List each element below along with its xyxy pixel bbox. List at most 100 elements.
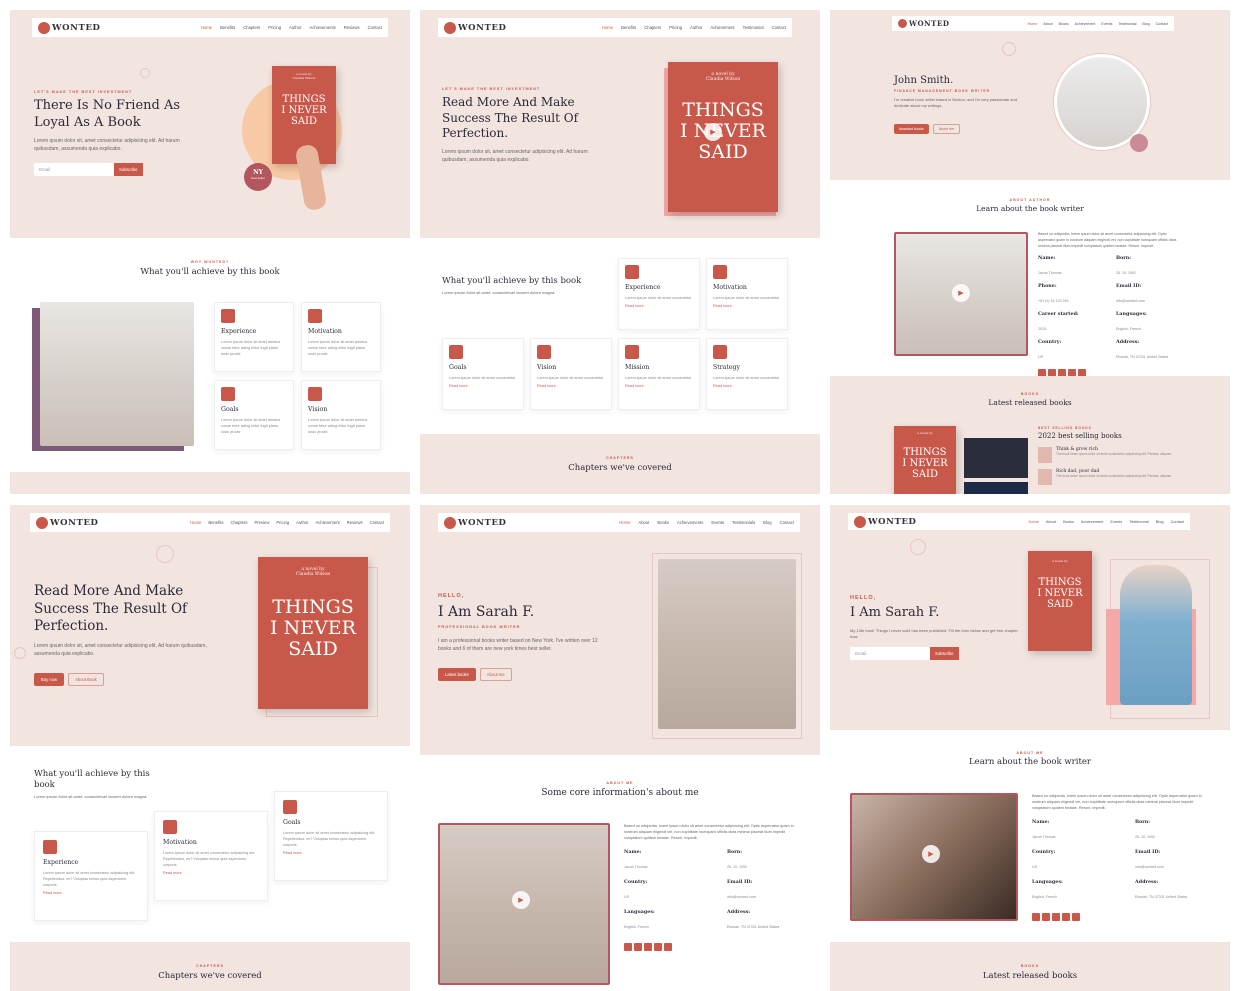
nav-item[interactable]: Contact: [368, 25, 382, 30]
nav-item[interactable]: Home: [190, 520, 201, 525]
nav-item[interactable]: Pricing: [276, 520, 289, 525]
read-more-link[interactable]: Read more: [283, 851, 379, 855]
facebook-icon[interactable]: [1032, 913, 1040, 922]
nav-item[interactable]: Blog: [1156, 519, 1164, 524]
book-list-item[interactable]: Rich dad, poor dad The book lorem ipsum d…: [1038, 469, 1188, 486]
facebook-icon[interactable]: [624, 943, 632, 952]
nav-item[interactable]: Benefits: [208, 520, 223, 525]
nav-item[interactable]: Achievement: [710, 25, 734, 30]
pinterest-icon[interactable]: [664, 943, 672, 952]
nav-item[interactable]: Author: [690, 25, 702, 30]
hero-title: There Is No Friend As Loyal As A Book: [34, 98, 181, 130]
read-more-link[interactable]: Read more: [449, 384, 517, 388]
play-icon[interactable]: ▶: [704, 123, 722, 141]
info-grid: Name: Jacob Thomas Born: 25. 10. 1992 Coun…: [624, 849, 800, 933]
nav-item[interactable]: Books: [657, 520, 669, 525]
nav-item[interactable]: Home: [619, 520, 630, 525]
read-more-link[interactable]: Read more: [625, 304, 693, 308]
buy-now-button[interactable]: Buy now: [34, 672, 65, 686]
linkedin-icon[interactable]: [644, 943, 652, 952]
nav-item[interactable]: Home: [1028, 22, 1038, 26]
nav-item[interactable]: Benefits: [621, 25, 636, 30]
nav-item[interactable]: Blog: [763, 520, 771, 525]
email-input[interactable]: Email: [34, 162, 114, 176]
nav-item[interactable]: Books: [1059, 22, 1069, 26]
nav-item[interactable]: Testimonials: [732, 520, 755, 525]
info-item: Email ID: info@wonted.com: [1116, 283, 1145, 304]
experience-icon: [625, 265, 639, 279]
twitter-icon[interactable]: [1042, 913, 1050, 922]
youtube-icon[interactable]: [1062, 913, 1070, 922]
nav-item[interactable]: Events: [711, 520, 724, 525]
nav-item[interactable]: About: [1046, 519, 1056, 524]
logo[interactable]: WONTED: [854, 515, 917, 528]
nav-item[interactable]: Books: [1063, 519, 1074, 524]
nav-item[interactable]: Achievements: [677, 520, 703, 525]
nav-item[interactable]: Testimonial: [743, 25, 764, 30]
nav-item[interactable]: Home: [201, 25, 212, 30]
nav-item[interactable]: Reviews: [344, 25, 360, 30]
logo[interactable]: WONTED: [36, 516, 99, 529]
nav-item[interactable]: Testimonial: [1118, 22, 1136, 26]
nav-item[interactable]: Achievement: [1081, 519, 1104, 524]
nav-item[interactable]: Author: [289, 25, 301, 30]
linkedin-icon[interactable]: [1052, 913, 1060, 922]
nav-item[interactable]: Contact: [1156, 22, 1168, 26]
nav-item[interactable]: Home: [1029, 519, 1039, 524]
play-icon[interactable]: ▶: [512, 891, 530, 909]
read-more-link[interactable]: Read more: [43, 891, 139, 895]
section-eyebrow: CHAPTERS: [196, 964, 224, 968]
read-more-link[interactable]: Read more: [713, 384, 781, 388]
card-text: Lorem ipsum dolor sit amet consectetur: [625, 296, 692, 300]
nav-item[interactable]: Blog: [1142, 22, 1149, 26]
nav-item[interactable]: About: [1043, 22, 1052, 26]
about-me-button[interactable]: About me: [932, 123, 961, 134]
nav-item[interactable]: Events: [1101, 22, 1112, 26]
navbar: WONTED Home Benefits Chapters Pricing Author…: [438, 18, 792, 37]
play-icon[interactable]: ▶: [922, 845, 940, 863]
youtube-icon[interactable]: [654, 943, 662, 952]
nav-item[interactable]: Achievement: [1075, 22, 1096, 26]
book-list-item[interactable]: Think & grow rich The book lorem ipsum do…: [1038, 447, 1188, 464]
subscribe-button[interactable]: Subscribe: [114, 162, 143, 176]
read-more-link[interactable]: Read more: [625, 384, 693, 388]
nav-item[interactable]: Chapters: [243, 25, 260, 30]
nav-item[interactable]: Contact: [370, 520, 384, 525]
about-book-button[interactable]: About Book: [68, 672, 104, 686]
subscribe-button[interactable]: Subscribe: [930, 646, 959, 660]
nav-item[interactable]: Pricing: [268, 25, 281, 30]
logo[interactable]: WONTED: [444, 516, 507, 529]
logo[interactable]: WONTED: [444, 21, 507, 34]
nav-item[interactable]: Author: [296, 520, 308, 525]
about-me-button[interactable]: About me: [479, 668, 512, 682]
nav-item[interactable]: Chapters: [644, 25, 661, 30]
play-icon[interactable]: ▶: [952, 284, 970, 302]
nav-item[interactable]: Home: [602, 25, 613, 30]
logo[interactable]: WONTED: [38, 21, 101, 34]
nav-item[interactable]: Contact: [1171, 519, 1184, 524]
pinterest-icon[interactable]: [1072, 913, 1080, 922]
nav-item[interactable]: Events: [1110, 519, 1122, 524]
awarded-books-button[interactable]: Awarded books: [894, 123, 929, 134]
read-more-link[interactable]: Read more: [163, 871, 259, 875]
nav-item[interactable]: About: [638, 520, 649, 525]
hello-eyebrow: HELLO,: [438, 593, 465, 599]
nav-item[interactable]: Contact: [772, 25, 786, 30]
latest-books-button[interactable]: Latest books: [438, 668, 476, 682]
nav-item[interactable]: Preview: [254, 520, 269, 525]
nav-item[interactable]: Achievements: [309, 25, 335, 30]
read-more-link[interactable]: Read more: [713, 304, 781, 308]
twitter-icon[interactable]: [634, 943, 642, 952]
logo[interactable]: WONTED: [898, 19, 950, 28]
nav-item[interactable]: Testimonial: [1129, 519, 1148, 524]
card-text: Lorem ipsum dolor sit amet consectetur a…: [283, 831, 376, 848]
nav-item[interactable]: Reviews: [347, 520, 363, 525]
nav-item[interactable]: Achievement: [316, 520, 340, 525]
email-input[interactable]: Email: [850, 646, 930, 660]
read-more-link[interactable]: Read more: [537, 384, 605, 388]
nav-item[interactable]: Pricing: [669, 25, 682, 30]
nav-item[interactable]: Contact: [780, 520, 794, 525]
nav-item[interactable]: Chapters: [230, 520, 247, 525]
nav-item[interactable]: Benefits: [220, 25, 235, 30]
card-title: Motivation: [713, 284, 747, 291]
